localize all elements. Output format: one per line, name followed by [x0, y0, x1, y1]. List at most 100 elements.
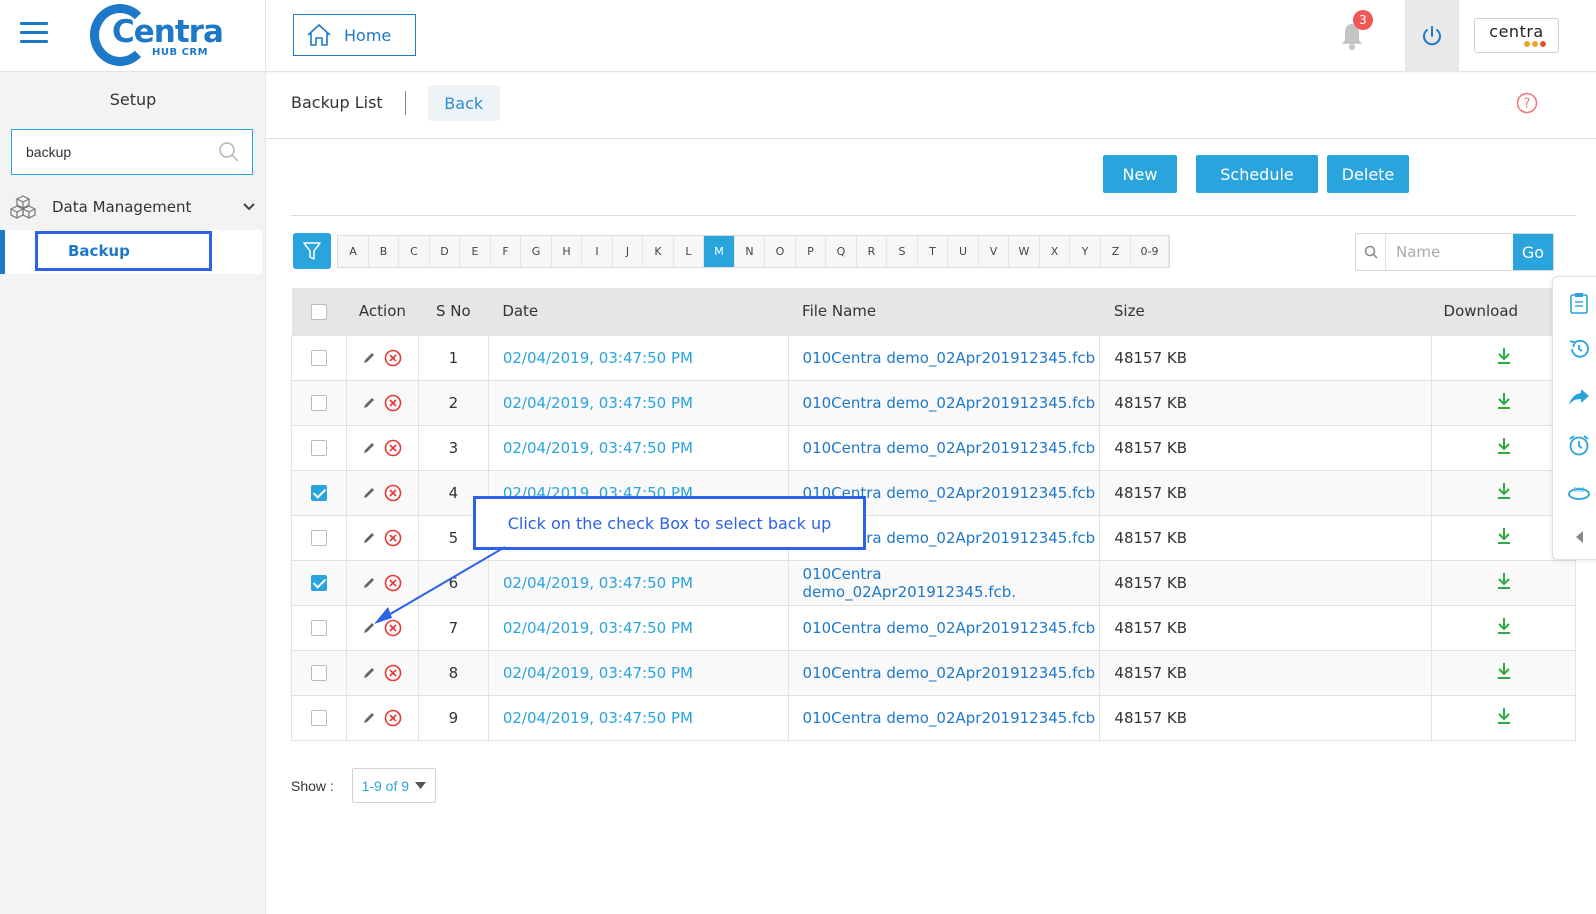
row-checkbox[interactable]	[310, 485, 327, 501]
download-icon[interactable]	[1496, 437, 1512, 455]
alpha-filter-p[interactable]: P	[796, 236, 826, 267]
row-checkbox[interactable]	[310, 575, 327, 591]
alpha-filter-u[interactable]: U	[948, 236, 979, 267]
filter-button[interactable]	[293, 233, 331, 269]
edit-pencil-icon[interactable]	[362, 351, 376, 365]
clipboard-icon[interactable]	[1567, 291, 1591, 315]
delete-x-icon[interactable]	[384, 439, 402, 457]
alpha-filter-n[interactable]: N	[735, 236, 765, 267]
row-checkbox[interactable]	[310, 710, 327, 726]
alpha-filter-h[interactable]: H	[552, 236, 582, 267]
download-icon[interactable]	[1496, 527, 1512, 545]
alpha-filter-k[interactable]: K	[643, 236, 674, 267]
download-icon[interactable]	[1496, 662, 1512, 680]
row-file-link[interactable]: 010Centra demo_02Apr201912345.fcb	[803, 664, 1096, 682]
collapse-panel-icon[interactable]	[1567, 525, 1591, 549]
edit-pencil-icon[interactable]	[362, 666, 376, 680]
alpha-filter-d[interactable]: D	[430, 236, 460, 267]
page-size-select[interactable]: 1-9 of 9	[351, 768, 436, 803]
download-icon[interactable]	[1496, 347, 1512, 365]
alarm-clock-icon[interactable]	[1567, 433, 1591, 457]
delete-x-icon[interactable]	[384, 709, 402, 727]
row-file-link[interactable]: 010Centra demo_02Apr201912345.fcb.	[803, 565, 1017, 601]
go-button[interactable]: Go	[1513, 234, 1553, 270]
download-icon[interactable]	[1496, 707, 1512, 725]
alpha-filter-o[interactable]: O	[765, 236, 796, 267]
alpha-filter-e[interactable]: E	[460, 236, 491, 267]
edit-pencil-icon[interactable]	[362, 621, 376, 635]
delete-button[interactable]: Delete	[1327, 155, 1409, 193]
hamburger-menu-icon[interactable]	[20, 22, 48, 44]
row-file-link[interactable]: 010Centra demo_02Apr201912345.fcb	[803, 349, 1096, 367]
row-file-link[interactable]: 010Centra demo_02Apr201912345.fcb	[803, 709, 1096, 727]
edit-pencil-icon[interactable]	[362, 531, 376, 545]
alpha-filter-v[interactable]: V	[979, 236, 1009, 267]
row-checkbox[interactable]	[310, 530, 327, 546]
row-checkbox[interactable]	[310, 350, 327, 366]
row-checkbox[interactable]	[310, 620, 327, 636]
alpha-filter-j[interactable]: J	[613, 236, 643, 267]
row-file-link[interactable]: 010Centra demo_02Apr201912345.fcb	[803, 394, 1096, 412]
search-icon[interactable]	[218, 141, 240, 163]
centra-logo[interactable]: Centra HUB CRM	[90, 4, 224, 66]
schedule-button[interactable]: Schedule	[1196, 155, 1318, 193]
row-date-link[interactable]: 02/04/2019, 03:47:50 PM	[503, 664, 693, 682]
edit-pencil-icon[interactable]	[362, 441, 376, 455]
delete-x-icon[interactable]	[384, 664, 402, 682]
delete-x-icon[interactable]	[384, 394, 402, 412]
alpha-filter-i[interactable]: I	[582, 236, 613, 267]
edit-pencil-icon[interactable]	[362, 711, 376, 725]
row-checkbox[interactable]	[310, 665, 327, 681]
select-all-checkbox[interactable]	[310, 303, 327, 320]
download-icon[interactable]	[1496, 482, 1512, 500]
edit-pencil-icon[interactable]	[362, 486, 376, 500]
alpha-filter-w[interactable]: W	[1009, 236, 1040, 267]
row-checkbox[interactable]	[310, 440, 327, 456]
sidebar-item-backup[interactable]: Backup	[0, 230, 262, 274]
alpha-filter-z[interactable]: Z	[1101, 236, 1131, 267]
share-icon[interactable]	[1567, 385, 1591, 409]
view-360-icon[interactable]: 360	[1567, 481, 1591, 505]
row-date-link[interactable]: 02/04/2019, 03:47:50 PM	[503, 574, 693, 592]
row-date-link[interactable]: 02/04/2019, 03:47:50 PM	[503, 394, 693, 412]
row-date-link[interactable]: 02/04/2019, 03:47:50 PM	[503, 439, 693, 457]
row-date-link[interactable]: 02/04/2019, 03:47:50 PM	[503, 619, 693, 637]
alpha-filter-q[interactable]: Q	[826, 236, 857, 267]
sidebar-search-input[interactable]	[26, 144, 218, 160]
alpha-filter-x[interactable]: X	[1040, 236, 1070, 267]
delete-x-icon[interactable]	[384, 574, 402, 592]
delete-x-icon[interactable]	[384, 529, 402, 547]
alpha-filter-a[interactable]: A	[338, 236, 369, 267]
sidebar-group-data-management[interactable]: Data Management	[10, 192, 256, 222]
download-icon[interactable]	[1496, 392, 1512, 410]
home-button[interactable]: Home	[293, 14, 416, 56]
alpha-filter-l[interactable]: L	[674, 236, 704, 267]
row-checkbox[interactable]	[310, 395, 327, 411]
download-icon[interactable]	[1496, 572, 1512, 590]
name-search-input[interactable]	[1386, 243, 1513, 261]
edit-pencil-icon[interactable]	[362, 396, 376, 410]
delete-x-icon[interactable]	[384, 349, 402, 367]
row-date-link[interactable]: 02/04/2019, 03:47:50 PM	[503, 349, 693, 367]
new-button[interactable]: New	[1103, 155, 1177, 193]
alpha-filter-g[interactable]: G	[521, 236, 552, 267]
alpha-filter-f[interactable]: F	[491, 236, 521, 267]
row-date-link[interactable]: 02/04/2019, 03:47:50 PM	[503, 709, 693, 727]
alpha-filter-y[interactable]: Y	[1070, 236, 1101, 267]
delete-x-icon[interactable]	[384, 619, 402, 637]
edit-pencil-icon[interactable]	[362, 576, 376, 590]
alpha-filter-t[interactable]: T	[918, 236, 948, 267]
download-icon[interactable]	[1496, 617, 1512, 635]
row-file-link[interactable]: 010Centra demo_02Apr201912345.fcb	[803, 439, 1096, 457]
logout-button[interactable]	[1405, 0, 1459, 72]
alpha-filter-r[interactable]: R	[857, 236, 887, 267]
alpha-filter-b[interactable]: B	[369, 236, 399, 267]
chevron-down-icon[interactable]	[242, 202, 256, 212]
back-button[interactable]: Back	[427, 85, 500, 121]
alpha-filter-c[interactable]: C	[399, 236, 430, 267]
alpha-filter-0-9[interactable]: 0-9	[1131, 236, 1169, 267]
history-icon[interactable]	[1567, 337, 1591, 361]
alpha-filter-s[interactable]: S	[887, 236, 918, 267]
delete-x-icon[interactable]	[384, 484, 402, 502]
alpha-filter-m[interactable]: M	[704, 236, 735, 267]
